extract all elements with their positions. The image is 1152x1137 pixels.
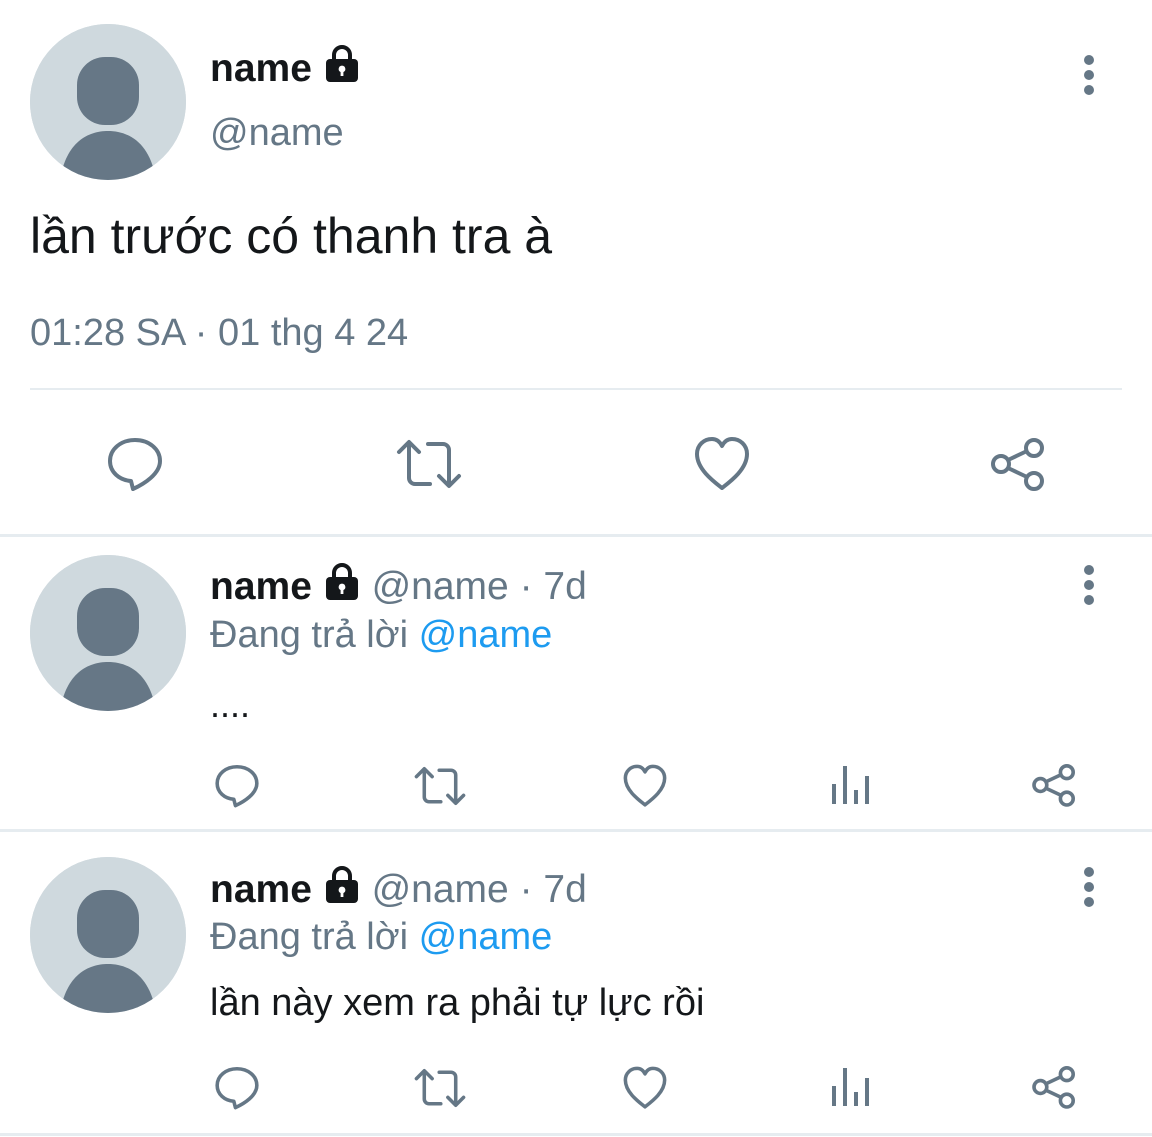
like-icon[interactable] [622,764,668,808]
section-divider [0,1133,1152,1136]
retweet-icon[interactable] [414,1066,466,1110]
avatar[interactable] [30,24,186,180]
reply-header: name @name · 7d [210,865,587,913]
tweet-age: · 7d [519,868,587,911]
default-avatar-icon [30,555,186,711]
retweet-icon[interactable] [414,764,466,808]
share-icon[interactable] [1030,1064,1078,1110]
section-divider [0,829,1152,832]
replying-to-link[interactable]: @name [419,614,553,656]
analytics-icon[interactable] [830,764,870,806]
lock-icon [323,562,361,610]
default-avatar-icon [30,24,186,180]
like-icon[interactable] [622,1066,668,1110]
tweet-timestamp[interactable]: 01:28 SA · 01 thg 4 24 [30,310,408,356]
section-divider [0,534,1152,537]
replying-prefix: Đang trả lời [210,614,409,656]
replying-to-line: Đang trả lời @name [210,914,552,960]
display-name[interactable]: name [210,565,312,608]
tweet-text: lần này xem ra phải tự lực rồi [210,982,705,1024]
tweet-text: lần trước có thanh tra à [30,208,553,264]
like-icon[interactable] [693,436,751,492]
default-avatar-icon [30,857,186,1013]
analytics-icon[interactable] [830,1066,870,1108]
more-options-icon[interactable] [1074,864,1104,914]
tweet-text: .... [210,684,251,725]
tweet-age: · 7d [519,565,587,608]
reply-icon[interactable] [214,1064,260,1110]
author-name-row: name [210,44,361,92]
replying-to-line: Đang trả lời @name [210,612,552,658]
avatar[interactable] [30,857,186,1013]
more-options-icon[interactable] [1074,52,1104,102]
author-handle[interactable]: @name [372,565,509,608]
retweet-icon[interactable] [396,436,462,492]
divider [30,388,1122,390]
reply-icon[interactable] [214,762,260,808]
reply-header: name @name · 7d [210,562,587,610]
more-options-icon[interactable] [1074,562,1104,612]
replying-prefix: Đang trả lời [210,916,409,958]
author-handle[interactable]: @name [372,868,509,911]
display-name[interactable]: name [210,47,312,90]
lock-icon [323,865,361,913]
avatar[interactable] [30,555,186,711]
reply-icon[interactable] [106,434,164,492]
replying-to-link[interactable]: @name [419,916,553,958]
share-icon[interactable] [988,436,1048,492]
display-name[interactable]: name [210,868,312,911]
author-handle[interactable]: @name [210,110,344,156]
share-icon[interactable] [1030,762,1078,808]
lock-icon [323,44,361,92]
